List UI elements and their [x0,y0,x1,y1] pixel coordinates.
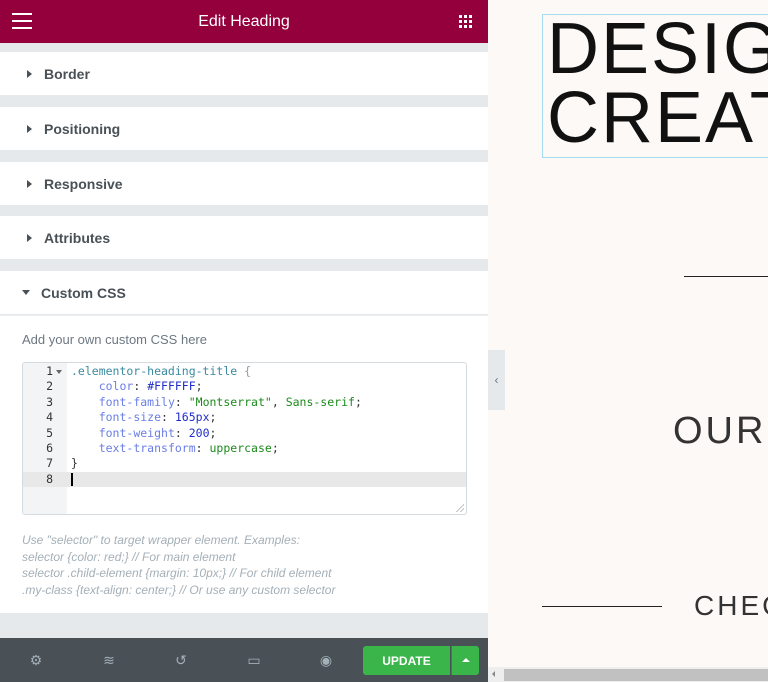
caret-right-icon [27,233,32,242]
page-preview: ‹ DESIGCREAT OUR CHEC [488,0,768,682]
divider-line [542,606,662,607]
section-label: Border [44,65,90,82]
history-icon[interactable]: ↺ [173,652,189,668]
code-line-active: 8 [23,471,466,488]
section-label: Responsive [44,175,123,192]
code-line: 5 font-weight: 200; [46,425,217,440]
code-line: 6 text-transform: uppercase; [46,441,279,455]
text-cursor [71,472,73,486]
divider-line [684,276,768,277]
preview-text-check: CHEC [694,590,768,621]
caret-right-icon [27,69,32,78]
settings-icon[interactable]: ⚙ [28,652,44,668]
custom-css-content: Add your own custom CSS here 1 .elementor… [0,315,488,613]
caret-right-icon [27,124,32,133]
hamburger-icon[interactable] [12,13,32,34]
code-line: 2 color: #FFFFFF; [46,379,203,394]
responsive-mode-icon[interactable]: ▭ [246,652,262,668]
layers-icon[interactable]: ≋ [101,652,117,668]
scroll-left-icon[interactable] [492,671,495,677]
section-responsive[interactable]: Responsive [0,162,488,205]
section-border[interactable]: Border [0,52,488,95]
section-custom-css[interactable]: Custom CSS [0,271,488,314]
custom-css-hint: Add your own custom CSS here [22,332,207,347]
section-label: Positioning [44,120,121,137]
horizontal-scrollbar[interactable] [488,667,768,682]
resize-handle[interactable] [456,504,464,512]
section-attributes[interactable]: Attributes [0,216,488,259]
section-label: Custom CSS [41,284,126,301]
caret-up-icon [462,658,470,662]
code-line: 1 .elementor-heading-title { [46,364,252,378]
collapse-panel-toggle[interactable]: ‹ [488,350,505,410]
editor-panel: Edit Heading Border Positioning Responsi… [0,0,488,682]
selected-heading-widget[interactable]: DESIGCREAT [542,13,768,158]
preview-eye-icon[interactable]: ◉ [318,652,334,668]
section-label: Attributes [44,229,111,246]
code-line: 3 font-family: "Montserrat", Sans-serif; [46,394,362,409]
code-line: 4 font-size: 165px; [46,410,217,425]
save-options-button[interactable] [451,646,479,675]
code-line: 7} [46,456,78,471]
preview-text-our: OUR [673,410,767,452]
css-help-text: Use "selector" to target wrapper element… [22,533,336,597]
grid-icon[interactable] [459,15,472,28]
panel-header: Edit Heading [0,0,488,43]
section-positioning[interactable]: Positioning [0,107,488,150]
caret-down-icon [22,290,30,295]
caret-right-icon [27,179,32,188]
update-button[interactable]: UPDATE [363,646,450,675]
fold-arrow-icon[interactable] [56,370,62,374]
panel-title: Edit Heading [198,12,290,30]
css-code-editor[interactable]: 1 .elementor-heading-title { 2 color: #FF… [22,362,467,515]
